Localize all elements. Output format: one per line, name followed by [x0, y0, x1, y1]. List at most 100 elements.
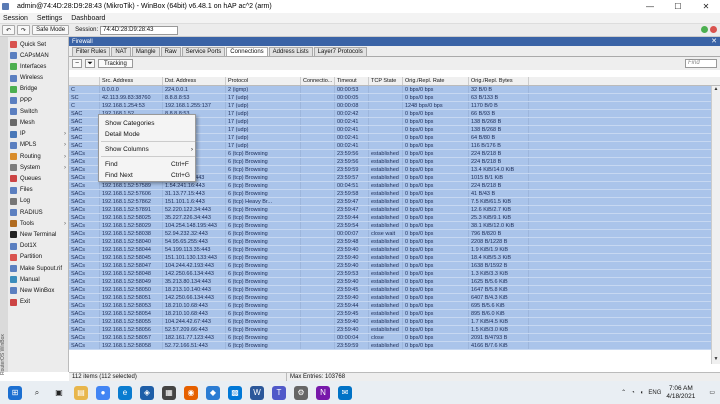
settings-icon[interactable]: ⚙	[294, 385, 308, 400]
menu-item-show-categories[interactable]: Show Categories	[105, 118, 193, 128]
table-row[interactable]: SACs 192.168.1.52:58049 35.213.80.134:443 6…	[69, 278, 720, 286]
scroll-down-icon[interactable]: ▼	[712, 356, 720, 364]
minimize-button[interactable]: —	[636, 0, 664, 13]
sidebar-item-bridge[interactable]: Bridge	[8, 84, 69, 95]
maximize-button[interactable]: ☐	[664, 0, 692, 13]
vscode-icon[interactable]: ◆	[206, 385, 220, 400]
sidebar-item-log[interactable]: Log	[8, 196, 69, 207]
tab-connections[interactable]: Connections	[226, 47, 268, 56]
tab-layer7-protocols[interactable]: Layer7 Protocols	[313, 47, 367, 56]
search-icon[interactable]: ⌕	[30, 386, 44, 400]
firewall-close-icon[interactable]: ✕	[711, 37, 717, 45]
sidebar-item-radius[interactable]: RADIUS	[8, 207, 69, 218]
session-field[interactable]: 74:4D:28:D9:28:43	[100, 25, 179, 35]
chrome-icon[interactable]: ●	[96, 385, 110, 400]
undo-button[interactable]: ↶	[2, 25, 16, 35]
remove-button[interactable]: −	[72, 59, 82, 68]
table-row[interactable]: SACs 192.168.1.52:57862 151.101.1.6:443 6 (…	[69, 198, 720, 206]
winbox-icon[interactable]: ◈	[140, 385, 154, 400]
table-row[interactable]: SACs 192.168.1.52:58056 52.57.209.66:443 6 …	[69, 326, 720, 334]
table-row[interactable]: SACs 192.168.1.52:58055 104.244.42.67:443 6…	[69, 318, 720, 326]
menu-item-show-columns[interactable]: Show Columns ›	[105, 144, 193, 154]
table-row[interactable]: SACs 192.168.1.52:58044 54.199.113.35:443 6…	[69, 246, 720, 254]
sidebar-item-mpls[interactable]: MPLS ›	[8, 140, 69, 151]
safe-mode-button[interactable]: Safe Mode	[32, 25, 70, 35]
menu-settings[interactable]: Settings	[37, 15, 62, 22]
sidebar-item-exit[interactable]: Exit	[8, 297, 69, 308]
teams-icon[interactable]: T	[272, 385, 286, 400]
menu-session[interactable]: Session	[3, 15, 28, 22]
table-row[interactable]: SACs 192.168.1.52:57606 31.13.77.15:443 6 (…	[69, 190, 720, 198]
column-header[interactable]: Orig./Repl. Rate	[403, 77, 469, 85]
column-header[interactable]: Protocol	[226, 77, 301, 85]
sidebar-item-system[interactable]: System ›	[8, 162, 69, 173]
column-header[interactable]	[69, 77, 100, 85]
column-header[interactable]: Src. Address	[100, 77, 163, 85]
sidebar-item-manual[interactable]: Manual	[8, 274, 69, 285]
tray-chevron-icon[interactable]: ⌃	[621, 389, 626, 396]
sidebar-item-queues[interactable]: Queues	[8, 173, 69, 184]
edge-icon[interactable]: e	[118, 385, 132, 400]
column-header[interactable]: Timeout	[335, 77, 369, 85]
language-indicator[interactable]: ENG	[648, 390, 661, 396]
column-header[interactable]: Connectio...	[301, 77, 335, 85]
sidebar-item-interfaces[interactable]: Interfaces	[8, 61, 69, 72]
menu-item-find[interactable]: Find Ctrl+F	[105, 159, 193, 169]
sidebar-item-ip[interactable]: IP ›	[8, 129, 69, 140]
menu-item-find-next[interactable]: Find Next Ctrl+G	[105, 170, 193, 180]
table-row[interactable]: SACs 192.168.1.52:58045 151.101.130.133:44…	[69, 254, 720, 262]
sidebar-item-capsman[interactable]: CAPsMAN	[8, 50, 69, 61]
table-row[interactable]: SACs 192.168.1.52:58038 52.94.232.32:443 6 …	[69, 230, 720, 238]
sidebar-item-tools[interactable]: Tools ›	[8, 218, 69, 229]
explorer-icon[interactable]: ▤	[74, 385, 88, 400]
sidebar-item-new-winbox[interactable]: New WinBox	[8, 285, 69, 296]
sidebar-item-make-supout-rif[interactable]: Make Supout.rif	[8, 263, 69, 274]
tab-filter-rules[interactable]: Filter Rules	[72, 47, 111, 56]
store-icon[interactable]: ▩	[228, 385, 242, 400]
find-input[interactable]: Find	[685, 59, 717, 68]
table-row[interactable]: SACs 192.168.1.52:58040 54.95.65.255:443 6 …	[69, 238, 720, 246]
table-row[interactable]: SACs 192.168.1.52:57891 52.220.122.34:443 6…	[69, 206, 720, 214]
table-row[interactable]: SACs 192.168.1.52:58057 182.161.77.123:443…	[69, 334, 720, 342]
notification-icon[interactable]: ▭	[709, 389, 715, 396]
sidebar-item-partition[interactable]: Partition	[8, 252, 69, 263]
volume-icon[interactable]: ◖	[640, 390, 644, 396]
table-row[interactable]: SACs 192.168.1.52:58048 142.250.66.134:443…	[69, 270, 720, 278]
table-row[interactable]: SACs 192.168.1.52:58050 18.213.10.140:443 6…	[69, 286, 720, 294]
table-row[interactable]: C 192.168.1.254:53 192.168.1.255:137 17 (ud…	[69, 102, 720, 110]
tracking-button[interactable]: Tracking	[98, 59, 133, 68]
clock[interactable]: 7:06 AM 4/18/2021	[666, 385, 695, 401]
column-header[interactable]: Orig./Repl. Bytes	[469, 77, 529, 85]
tab-service-ports[interactable]: Service Ports	[181, 47, 226, 56]
sidebar-item-routing[interactable]: Routing ›	[8, 151, 69, 162]
table-row[interactable]: SACs 192.168.1.52:58053 18.210.10.68:443 6 …	[69, 302, 720, 310]
column-header[interactable]: TCP State	[369, 77, 403, 85]
sidebar-item-switch[interactable]: Switch	[8, 106, 69, 117]
table-row[interactable]: SACs 192.168.1.52:58025 35.227.226.34:443 6…	[69, 214, 720, 222]
tab-raw[interactable]: Raw	[160, 47, 181, 56]
menu-dashboard[interactable]: Dashboard	[71, 15, 105, 22]
file-manager-icon[interactable]: ▦	[162, 385, 176, 400]
table-row[interactable]: SACs 192.168.1.52:58054 18.210.10.68:443 6 …	[69, 310, 720, 318]
sidebar-item-new-terminal[interactable]: New Terminal	[8, 229, 69, 240]
redo-button[interactable]: ↷	[17, 25, 31, 35]
sidebar-item-wireless[interactable]: Wireless	[8, 73, 69, 84]
windows-start-icon[interactable]: ⊞	[8, 385, 22, 400]
sidebar-item-dot1x[interactable]: Dot1X	[8, 241, 69, 252]
sidebar-item-ppp[interactable]: PPP	[8, 95, 69, 106]
onenote-icon[interactable]: N	[316, 385, 330, 400]
mail-icon[interactable]: ✉	[338, 385, 352, 400]
firefox-icon[interactable]: ◉	[184, 385, 198, 400]
table-row[interactable]: SC 42.113.99.83:38760 8.8.8.8:53 17 (udp) 00…	[69, 94, 720, 102]
wifi-icon[interactable]: ◔	[631, 390, 635, 396]
table-row[interactable]: SACs 192.168.1.52:57589 1.54.241.16:443 6 (…	[69, 182, 720, 190]
vertical-scrollbar[interactable]: ▲ ▼	[711, 86, 720, 364]
column-header[interactable]: Dst. Address	[163, 77, 226, 85]
sidebar-item-quick-set[interactable]: Quick Set	[8, 39, 69, 50]
menu-item-detail-mode[interactable]: Detail Mode	[105, 129, 193, 139]
table-row[interactable]: SACs 192.168.1.52:58051 142.250.66.134:443…	[69, 294, 720, 302]
tab-mangle[interactable]: Mangle	[131, 47, 160, 56]
close-window-button[interactable]: ✕	[692, 0, 720, 13]
filter-icon[interactable]: ⏷	[85, 59, 95, 68]
table-row[interactable]: C 0.0.0.0 224.0.0.1 2 (igmp) 00:00:53 0 bps/0…	[69, 86, 720, 94]
